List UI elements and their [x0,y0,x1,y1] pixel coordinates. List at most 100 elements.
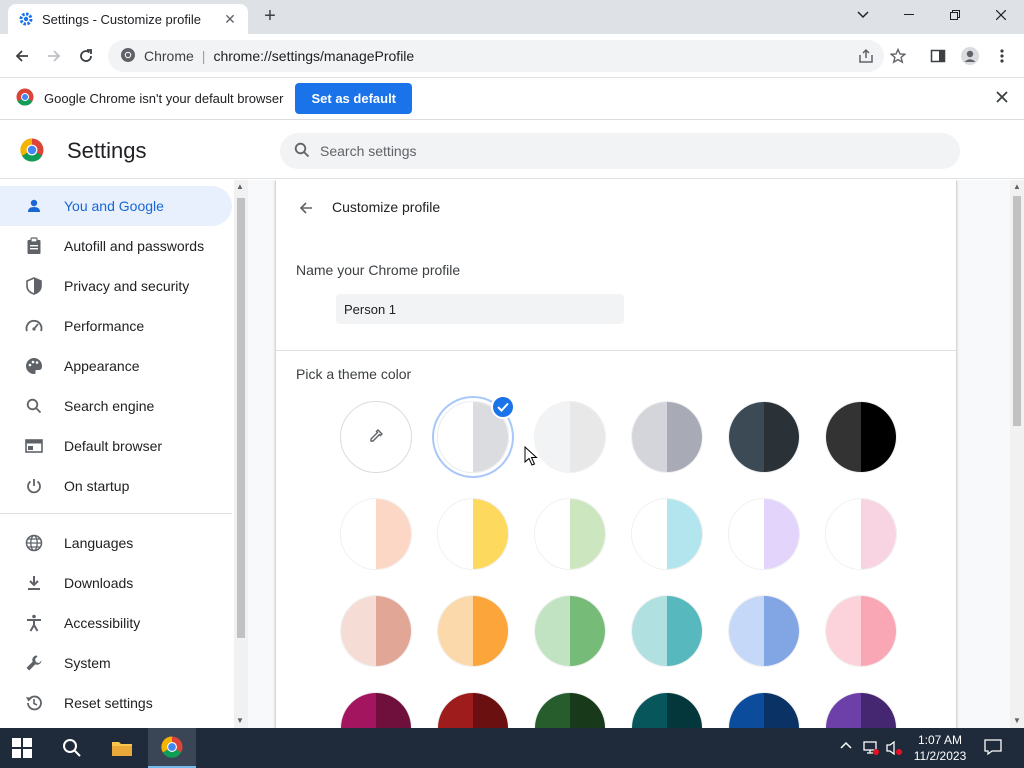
swatch-right-half [570,693,605,728]
search-settings-input[interactable] [320,143,920,159]
chevron-up-icon[interactable] [840,740,852,755]
theme-color-swatch[interactable] [340,595,412,667]
close-tab-icon[interactable]: ✕ [222,11,238,27]
swatch-right-half [861,499,896,569]
theme-color-swatch[interactable] [825,692,897,728]
swatch-right-half [667,596,702,666]
mouse-cursor-icon [524,446,538,466]
more-menu-icon[interactable] [992,46,1012,66]
notifications-icon[interactable] [984,738,1002,759]
scrollbar-thumb[interactable] [237,198,245,638]
set-as-default-button[interactable]: Set as default [295,83,413,114]
clock-date: 11/2/2023 [913,749,967,763]
theme-color-swatch[interactable] [534,401,606,473]
theme-color-swatch[interactable] [534,692,606,728]
taskbar-search-icon[interactable] [48,728,96,768]
theme-color-swatch[interactable] [631,692,703,728]
theme-color-swatch[interactable] [728,595,800,667]
sidebar-item-privacy[interactable]: Privacy and security [0,266,232,306]
swatch-right-half [667,499,702,569]
sidebar-item-languages[interactable]: Languages [0,523,232,563]
theme-color-swatch[interactable] [340,692,412,728]
scroll-up-arrow-icon[interactable]: ▲ [236,182,244,191]
system-clock[interactable]: 1:07 AM 11/2/2023 [910,732,970,764]
gear-icon [18,11,34,27]
profile-name-input[interactable] [336,294,624,324]
close-infobar-icon[interactable] [996,90,1008,108]
browser-toolbar: Chrome | chrome://settings/manageProfile [0,34,1024,78]
sidebar-item-you-and-google[interactable]: You and Google [0,186,232,226]
scrollbar-thumb[interactable] [1013,196,1021,426]
scroll-up-arrow-icon[interactable]: ▲ [1013,182,1021,191]
theme-color-swatch[interactable] [437,498,509,570]
back-button[interactable] [10,44,34,68]
address-bar[interactable]: Chrome | chrome://settings/manageProfile [108,40,884,72]
theme-color-swatch[interactable] [534,498,606,570]
theme-color-swatch[interactable] [728,498,800,570]
theme-color-swatch[interactable] [534,595,606,667]
theme-color-swatch[interactable] [631,595,703,667]
theme-color-swatch[interactable] [631,498,703,570]
power-icon [24,476,44,496]
swatch-left-half [535,693,570,728]
sidebar-item-performance[interactable]: Performance [0,306,232,346]
sidebar-item-on-startup[interactable]: On startup [0,466,232,506]
sidebar-item-default-browser[interactable]: Default browser [0,426,232,466]
theme-color-swatch[interactable] [728,401,800,473]
swatch-left-half [826,596,861,666]
sidebar-item-label: On startup [64,478,130,494]
back-arrow-icon[interactable] [296,198,316,218]
profile-avatar-icon[interactable] [960,46,980,66]
sidebar-item-label: Autofill and passwords [64,238,205,254]
swatch-left-half [729,596,764,666]
settings-sidebar: You and Google Autofill and passwords Pr… [0,180,248,728]
reload-button[interactable] [74,44,98,68]
swatch-left-half [438,402,473,472]
sidebar-item-appearance[interactable]: Appearance [0,346,232,386]
theme-color-swatch[interactable] [340,498,412,570]
chrome-taskbar-icon[interactable] [148,728,196,768]
shield-icon [24,276,44,296]
main-scrollbar[interactable]: ▲ ▼ [1010,180,1024,728]
windows-start-icon[interactable] [12,738,32,758]
swatch-left-half [438,596,473,666]
sidebar-item-accessibility[interactable]: Accessibility [0,603,232,643]
tab-settings[interactable]: Settings - Customize profile ✕ [8,4,248,34]
close-window-button[interactable] [978,0,1024,30]
swatch-right-half [473,499,508,569]
custom-color-button[interactable] [340,401,412,473]
swatch-left-half [826,693,861,728]
profile-name-label: Name your Chrome profile [296,262,461,278]
minimize-button[interactable] [886,0,932,30]
sidebar-item-downloads[interactable]: Downloads [0,563,232,603]
forward-button[interactable] [42,44,66,68]
settings-search[interactable] [280,133,960,169]
theme-color-swatch[interactable] [825,595,897,667]
side-panel-icon[interactable] [928,46,948,66]
theme-color-swatch[interactable] [825,498,897,570]
sidebar-item-label: Accessibility [64,615,141,631]
restore-button[interactable] [932,0,978,30]
tab-search-button[interactable] [840,0,886,30]
theme-color-swatch[interactable] [437,595,509,667]
theme-color-swatch[interactable] [437,692,509,728]
sidebar-item-label: Languages [64,535,134,551]
theme-color-swatch[interactable] [825,401,897,473]
scroll-down-arrow-icon[interactable]: ▼ [236,716,244,725]
sidebar-scrollbar[interactable]: ▲ ▼ [234,180,248,728]
network-icon[interactable] [862,740,880,759]
theme-color-swatch[interactable] [728,692,800,728]
sidebar-item-autofill[interactable]: Autofill and passwords [0,226,232,266]
sidebar-item-system[interactable]: System [0,643,232,683]
sidebar-item-reset-settings[interactable]: Reset settings [0,683,232,723]
new-tab-button[interactable]: + [260,6,280,26]
chrome-logo-icon [20,138,44,162]
share-icon[interactable] [856,46,876,66]
file-explorer-icon[interactable] [98,728,146,768]
speaker-muted-icon[interactable] [886,740,904,759]
scroll-down-arrow-icon[interactable]: ▼ [1013,716,1021,725]
sidebar-item-search-engine[interactable]: Search engine [0,386,232,426]
theme-color-swatch[interactable] [631,401,703,473]
bookmark-star-icon[interactable] [888,46,908,66]
windows-taskbar: 1:07 AM 11/2/2023 [0,728,1024,768]
